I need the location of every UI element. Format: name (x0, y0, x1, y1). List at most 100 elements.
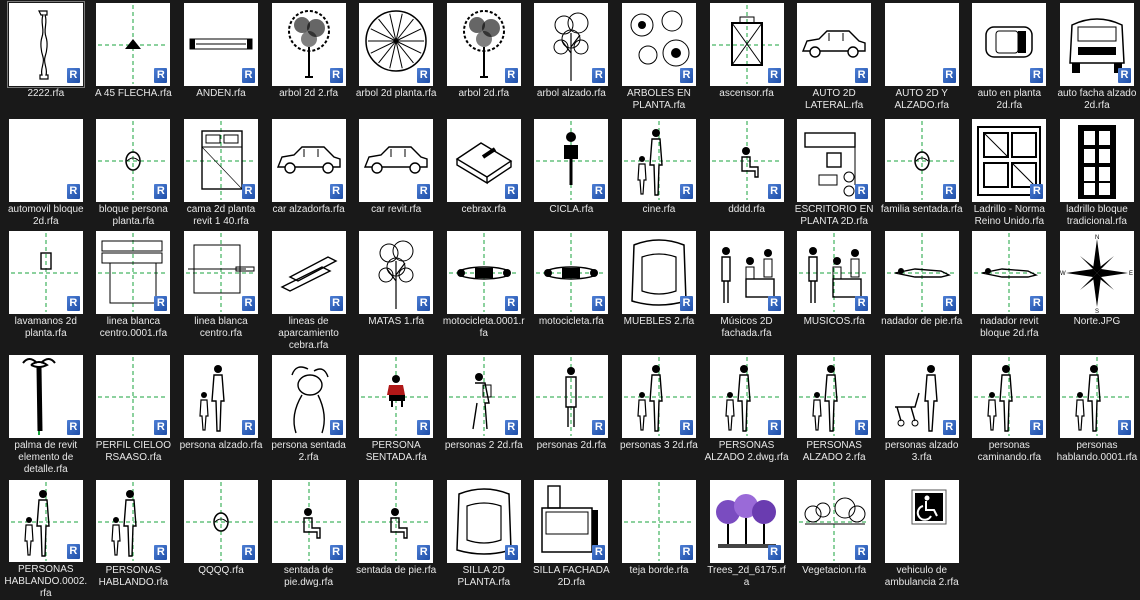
file-thumbnail[interactable]: R (446, 480, 521, 563)
file-tile[interactable]: vehiculo de ambulancia 2.rfa (878, 477, 966, 600)
file-tile[interactable]: R PERFIL CIELOO RSAASO.rfa (90, 352, 178, 477)
file-tile[interactable]: Rpersona alzado.rfa (177, 352, 265, 477)
file-tile[interactable]: R Músicos 2D fachada.rfa (703, 228, 791, 352)
file-thumbnail[interactable]: R (709, 231, 784, 314)
file-thumbnail[interactable]: R (359, 119, 434, 202)
file-tile[interactable]: R Trees_2d_6175.rfa (703, 477, 791, 600)
file-tile[interactable]: Rlinea blanca centro.rfa (177, 228, 265, 352)
file-thumbnail[interactable]: R (972, 119, 1047, 202)
file-thumbnail[interactable]: R (797, 119, 872, 202)
file-thumbnail[interactable]: R (183, 355, 258, 438)
file-thumbnail[interactable]: R (972, 355, 1047, 438)
file-thumbnail[interactable] (1059, 119, 1134, 202)
file-thumbnail[interactable]: R (972, 3, 1047, 86)
file-thumbnail[interactable]: R (271, 3, 346, 86)
file-thumbnail[interactable]: R (359, 355, 434, 438)
file-tile[interactable]: Rmotocicleta.rfa (528, 228, 616, 352)
file-tile[interactable]: Rpersonas 2 2d.rfa (440, 352, 528, 477)
file-tile[interactable]: R PERSONAS ALZADO 2.dwg.rfa (703, 352, 791, 477)
file-tile[interactable]: R A 45 FLECHA.rfa (90, 0, 178, 116)
file-thumbnail[interactable]: R (96, 119, 171, 202)
file-tile[interactable]: Rmotocicleta.0001.rfa (440, 228, 528, 352)
file-tile[interactable]: Rarbol alzado.rfa (528, 0, 616, 116)
file-tile[interactable]: R PERSONAS ALZADO 2.rfa (790, 352, 878, 477)
file-tile[interactable]: R ESCRITORIO EN PLANTA 2D.rfa (790, 116, 878, 228)
file-thumbnail[interactable]: R (271, 119, 346, 202)
file-tile[interactable]: Rpersonas 2d.rfa (528, 352, 616, 477)
file-thumbnail[interactable]: R (271, 480, 346, 563)
file-thumbnail[interactable]: R (621, 355, 696, 438)
file-tile[interactable]: Rascensor.rfa (703, 0, 791, 116)
file-thumbnail[interactable]: R (271, 231, 346, 314)
file-thumbnail[interactable]: R (96, 231, 171, 314)
file-tile[interactable]: R SILLA FACHADA 2D.rfa (528, 477, 616, 600)
file-tile[interactable]: Rnadador de pie.rfa (878, 228, 966, 352)
file-tile[interactable]: R MUEBLES 2.rfa (615, 228, 703, 352)
file-thumbnail[interactable]: R (534, 3, 609, 86)
file-thumbnail[interactable]: R (972, 231, 1047, 314)
file-thumbnail[interactable]: R (709, 480, 784, 563)
file-tile[interactable]: Rcar alzadorfa.rfa (265, 116, 353, 228)
file-thumbnail[interactable]: R (183, 231, 258, 314)
file-tile[interactable]: N S W E Norte.JPG (1053, 228, 1140, 352)
file-thumbnail[interactable]: R (8, 480, 83, 562)
file-tile[interactable]: Rpersonas hablando.0001.rfa (1053, 352, 1140, 477)
file-tile[interactable]: Rlavamanos 2d planta.rfa (2, 228, 90, 352)
file-thumbnail[interactable]: R (797, 3, 872, 86)
file-tile[interactable]: Rpersonas 3 2d.rfa (615, 352, 703, 477)
file-tile[interactable]: Rfamilia sentada.rfa (878, 116, 966, 228)
file-thumbnail[interactable]: R (446, 355, 521, 438)
file-thumbnail[interactable]: R (709, 3, 784, 86)
file-thumbnail[interactable]: R (797, 355, 872, 438)
file-tile[interactable]: Rcar revit.rfa (352, 116, 440, 228)
file-thumbnail[interactable]: R (271, 355, 346, 438)
file-tile[interactable]: Rlinea blanca centro.0001.rfa (90, 228, 178, 352)
file-thumbnail[interactable]: R (8, 119, 83, 202)
file-tile[interactable]: Rlineas de aparcamiento cebra.rfa (265, 228, 353, 352)
file-thumbnail[interactable]: R (96, 355, 171, 438)
file-tile[interactable]: Rsentada de pie.dwg.rfa (265, 477, 353, 600)
file-tile[interactable]: R 2222.rfa (2, 0, 90, 116)
file-thumbnail[interactable]: R (534, 119, 609, 202)
file-tile[interactable]: R ANDEN.rfa (177, 0, 265, 116)
file-tile[interactable]: Rarbol 2d planta.rfa (352, 0, 440, 116)
file-thumbnail[interactable]: R (446, 119, 521, 202)
file-thumbnail[interactable]: R (884, 231, 959, 314)
file-thumbnail[interactable]: R (534, 231, 609, 314)
file-tile[interactable]: Rarbol 2d 2.rfa (265, 0, 353, 116)
file-thumbnail[interactable]: R (884, 119, 959, 202)
file-thumbnail[interactable]: R (621, 3, 696, 86)
file-thumbnail[interactable]: R (621, 119, 696, 202)
file-tile[interactable]: R AUTO 2D LATERAL.rfa (790, 0, 878, 116)
file-thumbnail[interactable]: R (621, 231, 696, 314)
file-tile[interactable]: Rpersona sentada 2.rfa (265, 352, 353, 477)
file-thumbnail[interactable]: R (6, 1, 85, 88)
file-tile[interactable]: R PERSONA SENTADA.rfa (352, 352, 440, 477)
file-tile[interactable]: Rpersonas caminando.rfa (966, 352, 1054, 477)
file-thumbnail[interactable] (884, 480, 959, 563)
file-tile[interactable]: Rpersonas alzado 3.rfa (878, 352, 966, 477)
file-thumbnail[interactable]: R (8, 231, 83, 314)
file-thumbnail[interactable]: R (534, 355, 609, 438)
file-thumbnail[interactable]: R (884, 355, 959, 438)
file-tile[interactable]: R QQQQ.rfa (177, 477, 265, 600)
file-thumbnail[interactable]: R (884, 3, 959, 86)
file-tile[interactable]: R PERSONAS HABLANDO.0002.rfa (2, 477, 90, 600)
file-thumbnail[interactable]: R (534, 480, 609, 563)
file-thumbnail[interactable]: R (359, 3, 434, 86)
file-tile[interactable]: Rnadador revit bloque 2d.rfa (966, 228, 1054, 352)
file-thumbnail[interactable]: R (96, 3, 171, 86)
file-tile[interactable]: R SILLA 2D PLANTA.rfa (440, 477, 528, 600)
file-thumbnail[interactable]: R (446, 231, 521, 314)
file-thumbnail[interactable]: N S W E (1059, 231, 1134, 314)
file-thumbnail[interactable]: R (446, 3, 521, 86)
file-tile[interactable]: Rcama 2d planta revit 1 40.rfa (177, 116, 265, 228)
file-tile[interactable]: Rteja borde.rfa (615, 477, 703, 600)
file-tile[interactable]: R ARBOLES EN PLANTA.rfa (615, 0, 703, 116)
file-thumbnail[interactable]: R (797, 231, 872, 314)
file-tile[interactable]: Rpalma de revit elemento de detalle.rfa (2, 352, 90, 477)
file-thumbnail[interactable]: R (621, 480, 696, 563)
file-thumbnail[interactable]: R (709, 355, 784, 438)
file-thumbnail[interactable]: R (1059, 3, 1134, 86)
file-tile[interactable]: Rcine.rfa (615, 116, 703, 228)
